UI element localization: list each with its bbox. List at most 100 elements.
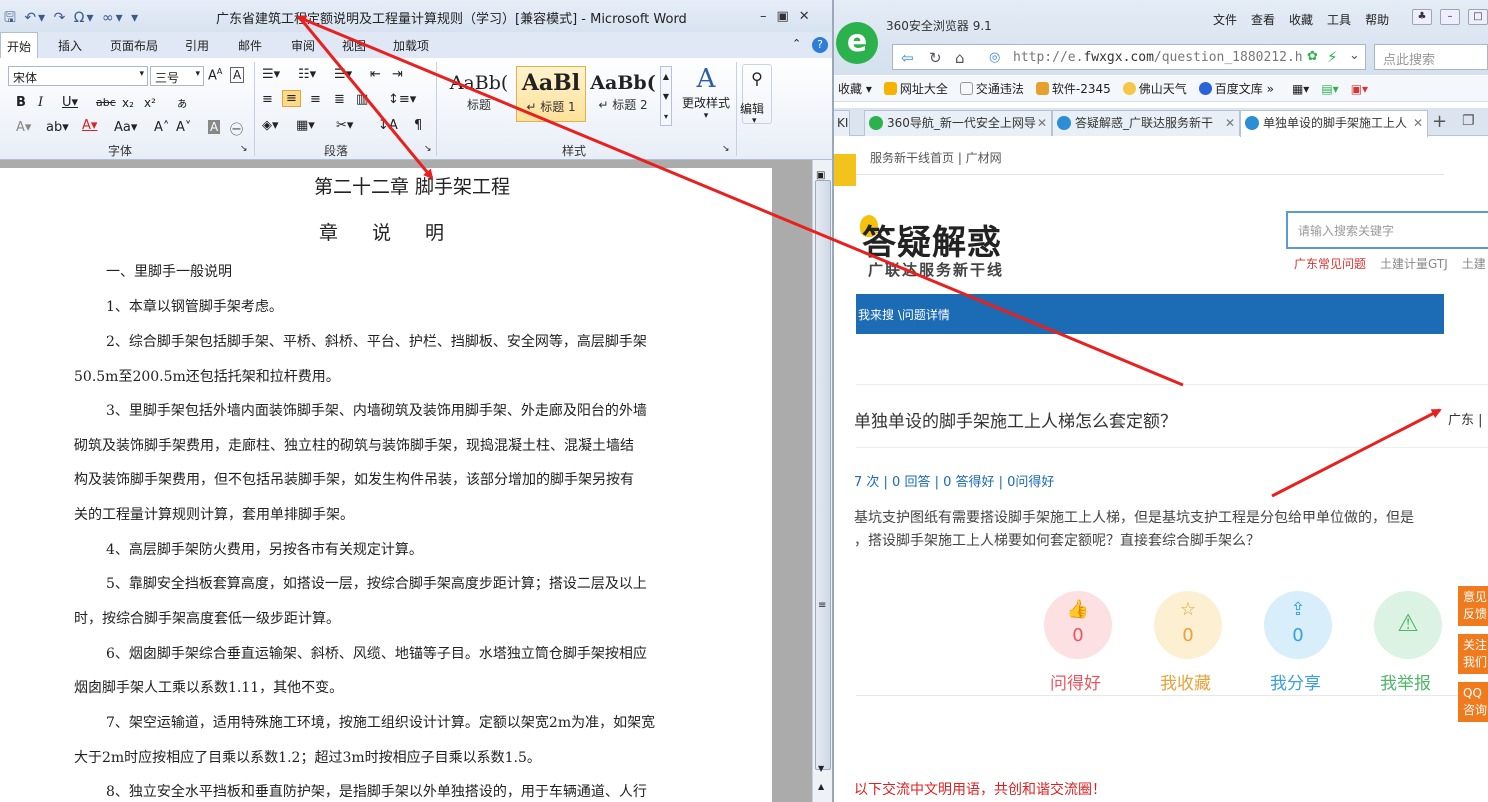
site-logo-title[interactable]: 答疑解惑 (862, 215, 1002, 264)
sort-icon[interactable]: ↧A (378, 118, 398, 133)
increase-indent-icon[interactable]: ⇥ (392, 67, 403, 82)
back-icon[interactable]: ⇦ (901, 49, 914, 67)
style-heading-1[interactable]: AaBl ↵ 标题 1 (516, 66, 586, 122)
menu-help[interactable]: 帮助 (1358, 12, 1396, 28)
bookmark-favorites[interactable]: 收藏 ▾ (838, 80, 872, 97)
style-title[interactable]: AaBb( 标题 (444, 66, 514, 122)
paragraph-dialog-launcher-icon[interactable]: ↘ (424, 144, 432, 154)
strikethrough-button[interactable]: abc (96, 96, 116, 109)
bookmark-traffic[interactable]: 交通违法 (959, 80, 1024, 97)
menu-tools[interactable]: 工具 (1320, 12, 1358, 28)
close-icon[interactable]: ✕ (1413, 111, 1423, 135)
character-shading-icon[interactable]: A (208, 120, 221, 134)
font-name-select[interactable]: 宋体 ▾ (8, 66, 148, 86)
styles-scroll[interactable]: ▲ ▼ ▾ (660, 66, 672, 126)
qq-button[interactable]: QQ 咨询 (1458, 682, 1488, 722)
redo-icon[interactable]: ↷ (54, 10, 68, 26)
bookmark-weather[interactable]: 佛山天气 (1122, 80, 1187, 97)
close-icon[interactable]: ✕ (1037, 111, 1047, 135)
change-styles-button[interactable]: A 更改样式 ▾ (680, 64, 732, 121)
side-strip[interactable] (834, 154, 856, 186)
close-icon[interactable]: ✕ (799, 9, 810, 24)
tab-home[interactable]: 开始 (0, 32, 39, 59)
safe-check-icon[interactable]: ✿ (1307, 49, 1318, 64)
minimize-icon[interactable]: – (760, 9, 767, 24)
dropdown-arrow-icon[interactable]: ⌄ (1349, 48, 1360, 63)
tab-mailings[interactable]: 邮件 (238, 37, 262, 54)
bookmark-software[interactable]: 软件-2345 (1035, 80, 1111, 97)
tab-view[interactable]: 视图 (342, 37, 366, 54)
refresh-icon[interactable]: ↻ (929, 49, 942, 67)
align-left-icon[interactable]: ≡ (262, 92, 273, 107)
align-right-icon[interactable]: ≡ (310, 92, 321, 107)
site-search-input[interactable]: 请输入搜索关键字 (1286, 211, 1488, 249)
styles-dialog-launcher-icon[interactable]: ↘ (722, 144, 730, 154)
scrollbar-thumb[interactable] (815, 180, 831, 770)
tab-question-active[interactable]: 单独单设的脚手架施工上人 ✕ (1240, 110, 1428, 137)
tab-insert[interactable]: 插入 (58, 37, 82, 54)
show-marks-icon[interactable]: ¶ (414, 118, 422, 133)
like-button[interactable]: 👍 0 (1044, 591, 1112, 659)
undo-icon[interactable]: ↶▾ (24, 10, 47, 26)
link-icon[interactable]: ∞▾ (102, 10, 125, 26)
scroll-down-icon[interactable]: ▼ (818, 764, 824, 773)
menu-view[interactable]: 查看 (1244, 12, 1282, 28)
restore-icon[interactable]: ▣ (777, 9, 789, 24)
tab-qa[interactable]: 答疑解惑_广联达服务新干 ✕ (1052, 110, 1240, 136)
grow-font-icon[interactable]: AA (208, 67, 222, 83)
maximize-icon[interactable]: □ (1468, 9, 1488, 25)
tab-list-icon[interactable]: ❐ (1462, 113, 1475, 129)
apps-icon[interactable]: ▦▾ (1292, 82, 1309, 96)
grow-font-size-icon[interactable]: A˄ (154, 120, 169, 135)
share-label[interactable]: 我分享 (1270, 669, 1321, 694)
multilevel-list-icon[interactable]: ☰▾ (334, 67, 352, 82)
reader-icon[interactable]: ▤▾ (1321, 82, 1338, 96)
align-center-icon[interactable]: ≡ (282, 90, 301, 107)
extension-icon[interactable]: ▣▾ (1351, 82, 1368, 96)
distributed-icon[interactable]: ▥ (356, 92, 368, 107)
browser-search-input[interactable]: 点此搜索 (1374, 44, 1488, 70)
tab-references[interactable]: 引用 (185, 37, 209, 54)
customize-qat-icon[interactable]: ▾ (131, 10, 140, 26)
line-spacing-icon[interactable]: ↕≡▾ (388, 92, 416, 107)
tab-360nav[interactable]: 360导航_新一代安全上网导 ✕ (864, 110, 1052, 136)
highlight-icon[interactable]: ab▾ (46, 120, 69, 135)
favorite-label[interactable]: 我收藏 (1160, 669, 1211, 694)
report-button[interactable]: ⚠ (1374, 591, 1442, 659)
borders-icon[interactable]: ▦▾ (296, 118, 315, 133)
home-icon[interactable]: ⌂ (955, 49, 965, 67)
new-tab-icon[interactable]: + (1432, 111, 1447, 132)
superscript-button[interactable]: x² (144, 96, 156, 110)
bookmark-baidu[interactable]: 百度文库 » (1198, 80, 1274, 97)
enclose-character-icon[interactable]: ㊀ (230, 119, 243, 138)
menu-favorites[interactable]: 收藏 (1282, 12, 1320, 28)
menu-file[interactable]: 文件 (1206, 12, 1244, 28)
save-icon[interactable]: 🖫 (4, 10, 18, 26)
chinese-layout-icon[interactable]: ✂▾ (336, 118, 353, 133)
bullets-icon[interactable]: ☰▾ (262, 67, 280, 82)
symbol-icon[interactable]: Ω▾ (74, 10, 96, 26)
underline-button[interactable]: U▾ (62, 95, 78, 110)
numbering-icon[interactable]: ☷▾ (298, 67, 316, 82)
vertical-scrollbar[interactable]: ▣ ≡ ▼ ▲ (812, 160, 832, 802)
skin-icon[interactable]: ♣ (1412, 9, 1432, 25)
quick-link-tujian[interactable]: 土建 (1462, 255, 1486, 272)
tab-hidden[interactable]: KI (834, 110, 850, 136)
change-case-icon[interactable]: Aa▾ (114, 120, 137, 135)
like-label[interactable]: 问得好 (1050, 669, 1101, 694)
help-icon[interactable]: ? (812, 37, 828, 53)
font-color-icon[interactable]: A▾ (82, 118, 97, 133)
decrease-indent-icon[interactable]: ⇤ (370, 67, 381, 82)
url-text[interactable]: http://e.fwxgx.com/question_1880212.h (1013, 50, 1303, 65)
collapse-ribbon-icon[interactable]: ⌃ (792, 37, 801, 50)
question-region[interactable]: 广东 | (1448, 409, 1483, 428)
quick-link-guangdong[interactable]: 广东常见问题 (1294, 255, 1366, 272)
speed-mode-icon[interactable]: ⚡ (1327, 48, 1338, 66)
shrink-font-size-icon[interactable]: A˅ (176, 120, 191, 135)
address-bar[interactable]: ⇦ ↻ ⌂ ◎ http://e.fwxgx.com/question_1880… (892, 44, 1366, 70)
font-size-select[interactable]: 三号 ▾ (150, 66, 204, 86)
prev-page-icon[interactable]: ▲ (818, 782, 824, 791)
justify-icon[interactable]: ≣ (334, 92, 345, 107)
close-icon[interactable]: ✕ (1225, 111, 1235, 135)
clear-format-icon[interactable]: A (230, 67, 245, 83)
